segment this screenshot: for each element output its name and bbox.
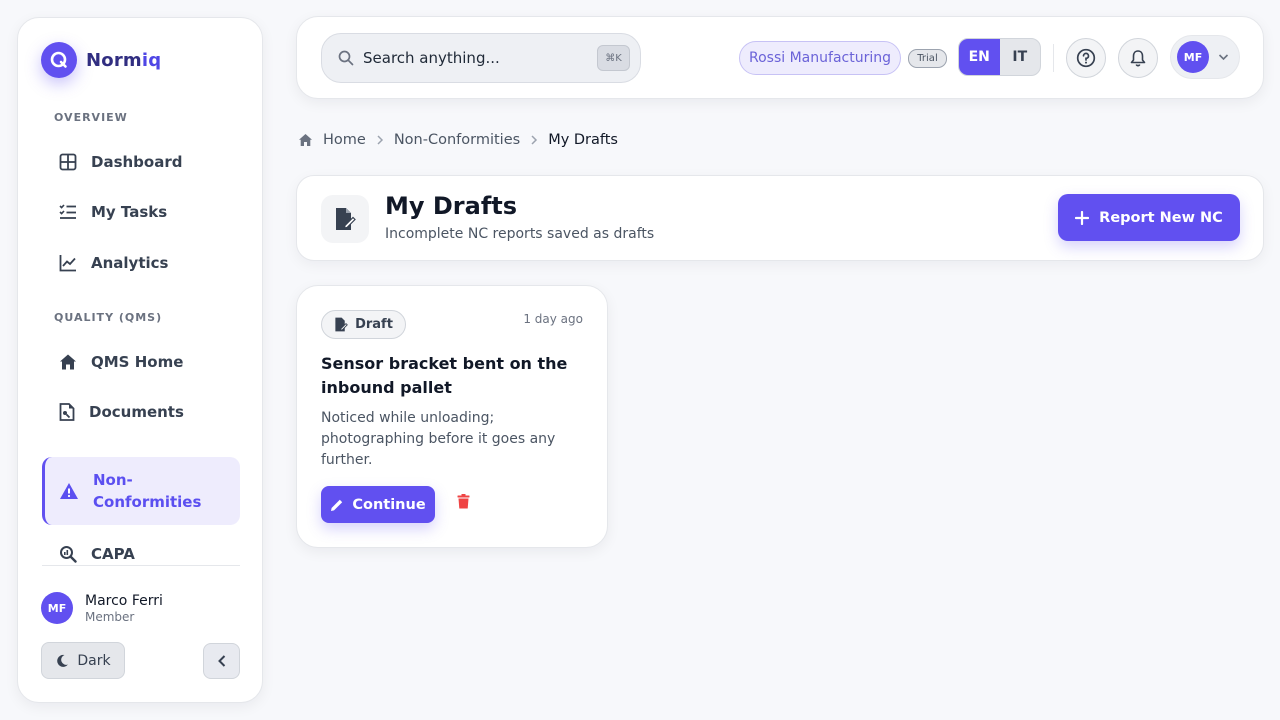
sidebar-item-label: Dashboard	[91, 153, 183, 171]
search-icon	[338, 50, 354, 66]
search-shortcut: ⌘K	[597, 45, 630, 71]
brand[interactable]: Normiq	[41, 42, 161, 78]
tasks-icon	[59, 204, 76, 219]
draft-description: Noticed while unloading; photographing b…	[321, 410, 556, 468]
sidebar-item-qms-home[interactable]: QMS Home	[42, 340, 240, 384]
language-switcher: EN IT	[958, 38, 1041, 76]
chevron-right-icon	[531, 135, 538, 145]
user-role: Member	[85, 609, 135, 624]
language-en-button[interactable]: EN	[959, 39, 1000, 75]
search-placeholder: Search anything...	[363, 49, 500, 67]
draft-document-icon	[321, 195, 369, 243]
notifications-button[interactable]	[1118, 38, 1158, 78]
avatar: MF	[41, 592, 73, 624]
sidebar-item-analytics[interactable]: Analytics	[42, 241, 240, 285]
organization-switcher[interactable]: Rossi Manufacturing	[739, 41, 901, 75]
header-divider	[1053, 44, 1054, 72]
sidebar-user[interactable]: MF Marco Ferri Member	[41, 592, 163, 624]
logo-icon	[41, 42, 77, 78]
profile-menu-button[interactable]: MF	[1170, 35, 1240, 79]
chevron-right-icon	[377, 135, 383, 145]
draft-timestamp: 1 day ago	[523, 312, 583, 326]
section-label-quality: QUALITY (QMS)	[54, 311, 163, 324]
sidebar-item-capa[interactable]: CAPA	[42, 532, 240, 576]
sidebar-item-label: CAPA	[91, 545, 135, 563]
dashboard-icon	[59, 153, 77, 171]
draft-card[interactable]: Draft 1 day ago Sensor bracket bent on t…	[296, 285, 608, 548]
sidebar-item-documents[interactable]: Documents	[42, 390, 240, 434]
sidebar-item-label: Analytics	[91, 254, 169, 272]
report-new-nc-label: Report New NC	[1099, 209, 1223, 226]
collapse-sidebar-button[interactable]	[203, 643, 240, 679]
page-title: My Drafts	[385, 192, 518, 220]
sidebar-item-label: Documents	[89, 403, 184, 421]
app-name: Normiq	[86, 49, 162, 71]
sidebar-item-label: QMS Home	[91, 353, 184, 371]
status-badge-label: Draft	[355, 317, 393, 332]
user-name: Marco Ferri	[85, 592, 163, 609]
sidebar-item-dashboard[interactable]: Dashboard	[42, 140, 240, 184]
moon-icon	[57, 654, 69, 667]
sidebar-divider	[42, 565, 240, 566]
language-it-button[interactable]: IT	[1000, 39, 1041, 75]
breadcrumb-home[interactable]: Home	[323, 132, 366, 148]
warning-icon	[60, 483, 78, 499]
theme-toggle-button[interactable]: Dark	[41, 642, 125, 679]
continue-button[interactable]: Continue	[321, 486, 435, 523]
analytics-icon	[59, 255, 76, 272]
search-input[interactable]: Search anything... ⌘K	[321, 33, 641, 83]
page-subtitle: Incomplete NC reports saved as drafts	[385, 226, 655, 242]
plan-badge: Trial	[908, 49, 947, 68]
draft-title: Sensor bracket bent on the inbound palle…	[321, 354, 568, 397]
help-icon	[1076, 48, 1096, 68]
sidebar: Normiq OVERVIEW Dashboard My Tasks Analy…	[17, 17, 263, 703]
page-header: My Drafts Incomplete NC reports saved as…	[296, 175, 1264, 261]
section-label-overview: OVERVIEW	[54, 111, 128, 124]
theme-toggle-label: Dark	[77, 652, 111, 669]
documents-icon	[59, 403, 75, 421]
sidebar-item-non-conformities[interactable]: Non- Conformities	[42, 457, 240, 525]
capa-icon	[60, 546, 77, 563]
delete-draft-button[interactable]	[453, 491, 473, 511]
continue-label: Continue	[352, 496, 426, 513]
home-icon	[299, 134, 312, 146]
sidebar-item-my-tasks[interactable]: My Tasks	[42, 190, 240, 234]
pencil-icon	[331, 499, 343, 511]
breadcrumb: Home Non-Conformities My Drafts	[298, 130, 618, 150]
chevron-down-icon	[1218, 54, 1229, 61]
breadcrumb-current: My Drafts	[548, 132, 618, 148]
top-header: Search anything... ⌘K Rossi Manufacturin…	[296, 16, 1264, 99]
sidebar-item-label: My Tasks	[91, 203, 168, 221]
home-icon	[60, 354, 76, 370]
help-button[interactable]	[1066, 38, 1106, 78]
chevron-left-icon	[217, 655, 225, 667]
trash-icon	[457, 493, 469, 508]
breadcrumb-non-conformities[interactable]: Non-Conformities	[394, 132, 520, 148]
bell-icon	[1130, 50, 1146, 67]
avatar: MF	[1177, 41, 1209, 73]
sidebar-item-label: Non- Conformities	[93, 471, 202, 511]
plus-icon	[1075, 210, 1090, 225]
status-badge: Draft	[321, 310, 406, 339]
report-new-nc-button[interactable]: Report New NC	[1058, 194, 1240, 241]
draft-icon	[335, 317, 348, 332]
